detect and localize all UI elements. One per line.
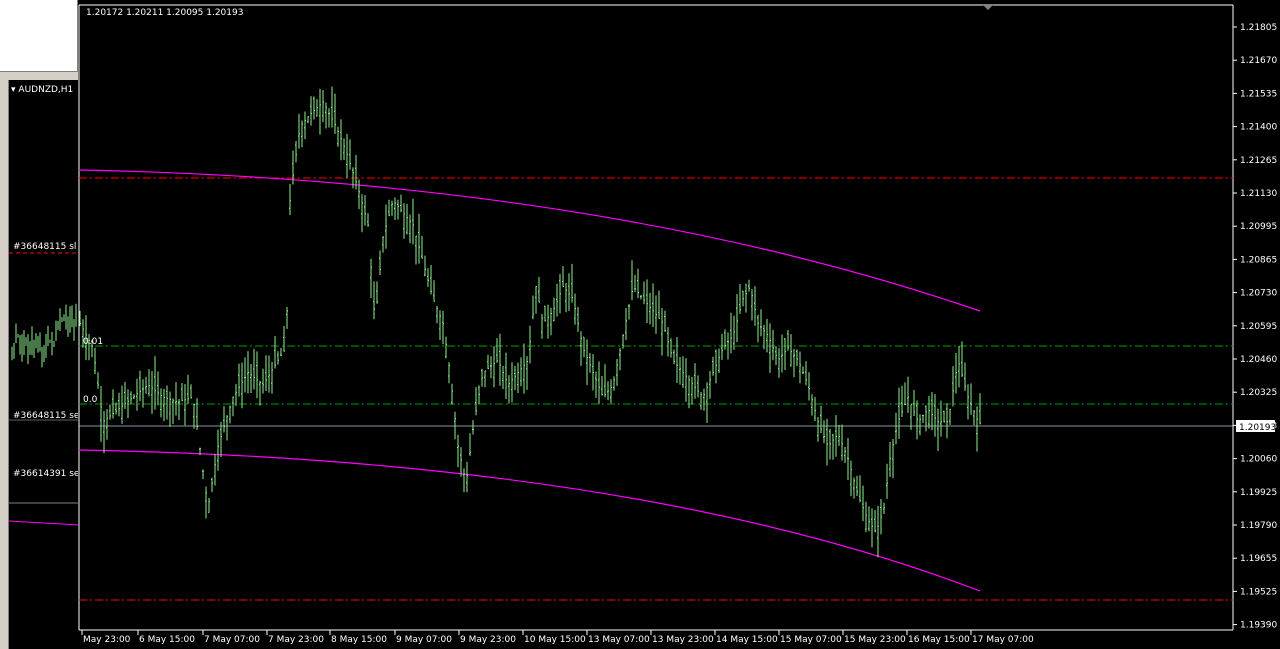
price-tick-label: 1.19790 xyxy=(1240,521,1277,531)
order-label-1[interactable]: #36648115 sl xyxy=(13,242,76,253)
price-tick-label: 1.19655 xyxy=(1240,554,1277,564)
price-tick-label: 1.20325 xyxy=(1240,388,1277,398)
ohlc-values: 1.20172 1.20211 1.20095 1.20193 xyxy=(86,8,244,18)
side-channel-line xyxy=(9,520,79,526)
current-price-tag: 1.20193 xyxy=(1236,420,1276,433)
price-tick-label: 1.19525 xyxy=(1240,587,1277,597)
price-tick-label: 1.20460 xyxy=(1240,355,1277,365)
price-tick-label: 1.20995 xyxy=(1240,222,1277,232)
side-candles xyxy=(11,303,77,368)
order-label-2[interactable]: #36648115 sel xyxy=(13,411,79,422)
order-label-3[interactable]: #36614391 sel xyxy=(13,469,79,480)
price-tick-label: 1.20730 xyxy=(1240,289,1277,299)
time-tick-label: 14 May 15:00 xyxy=(716,635,778,645)
ohlc-readout: 1.20172 1.20211 1.20095 1.20193 xyxy=(86,7,243,19)
time-tick-label: 10 May 15:00 xyxy=(524,635,586,645)
time-tick-label: 16 May 15:00 xyxy=(908,635,970,645)
price-tick-label: 1.21670 xyxy=(1240,56,1277,66)
time-tick-label: 17 May 07:00 xyxy=(972,635,1034,645)
price-tick-label: 1.19925 xyxy=(1240,488,1277,498)
price-tick-label: 1.20060 xyxy=(1240,455,1277,465)
time-tick-label: 15 May 07:00 xyxy=(780,635,842,645)
time-tick-label: 9 May 23:00 xyxy=(460,635,516,645)
panel-divider xyxy=(0,72,78,80)
side-chart-window[interactable]: ▾ AUDNZD,H1 #36648115 sl #36648115 sel #… xyxy=(8,80,79,649)
time-tick-label: 7 May 23:00 xyxy=(268,635,324,645)
price-tick-label: 1.21535 xyxy=(1240,89,1277,99)
price-tick-label: 1.19390 xyxy=(1240,621,1277,631)
time-tick-label: 6 May 15:00 xyxy=(139,635,195,645)
time-tick-label: 9 May 07:00 xyxy=(396,635,452,645)
price-tick-label: 1.21805 xyxy=(1240,23,1277,33)
fib-label-00: 0.0 xyxy=(83,395,98,405)
navigator-panel[interactable] xyxy=(0,0,78,72)
main-chart-canvas[interactable]: 1.21805 1.21670 1.21535 1.21400 1.21265 1.211… xyxy=(78,0,1280,649)
price-tick-label: 1.20595 xyxy=(1240,322,1277,332)
time-tick-label: 7 May 07:00 xyxy=(204,635,260,645)
price-tick-label: 1.20865 xyxy=(1240,255,1277,265)
time-tick-label: 15 May 23:00 xyxy=(844,635,906,645)
time-tick-label: 8 May 15:00 xyxy=(331,635,387,645)
price-tick-label: 1.21265 xyxy=(1240,156,1277,166)
price-tick-label: 1.21130 xyxy=(1240,189,1277,199)
side-chart-canvas xyxy=(9,252,79,526)
time-tick-label: 13 May 07:00 xyxy=(588,635,650,645)
svg-text:1.20193: 1.20193 xyxy=(1239,423,1276,433)
time-tick-label: 13 May 23:00 xyxy=(652,635,714,645)
price-tick-label: 1.21400 xyxy=(1240,123,1277,133)
time-tick-label: May 23:00 xyxy=(83,635,131,645)
fib-label-001: 0.01 xyxy=(83,337,103,347)
